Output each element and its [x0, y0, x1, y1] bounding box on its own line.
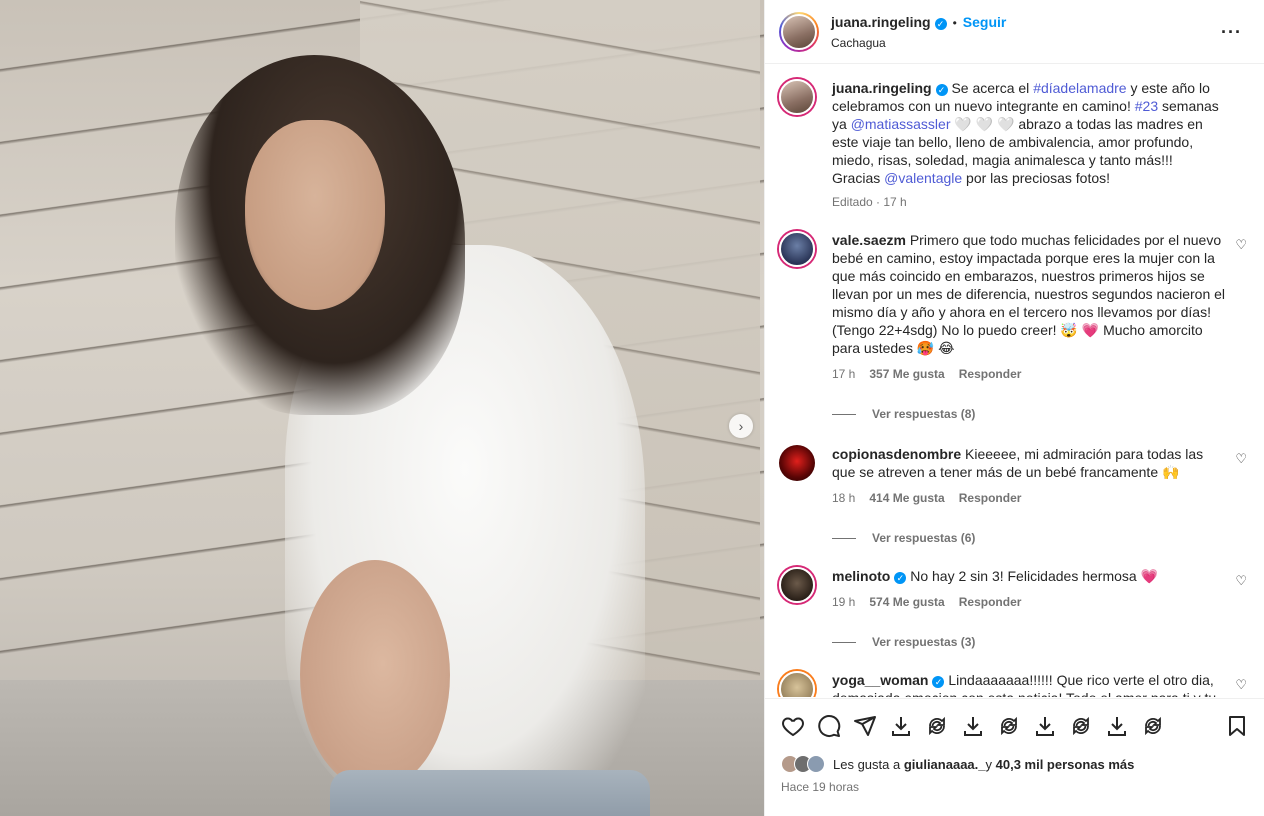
comment-likes[interactable]: 574 Me gusta [869, 593, 944, 611]
follow-button[interactable]: Seguir [963, 14, 1007, 30]
author-avatar[interactable] [779, 11, 819, 52]
avatar[interactable] [779, 567, 815, 603]
mention-link[interactable]: @valentagle [884, 170, 962, 186]
post-image[interactable]: › [0, 0, 764, 816]
comment-time[interactable]: 18 h [832, 489, 855, 507]
hashtag-link[interactable]: #23 [1135, 98, 1158, 114]
avatar[interactable] [779, 671, 815, 697]
download-icon[interactable] [1033, 714, 1057, 738]
like-comment-heart-icon[interactable]: ♡ [1235, 451, 1247, 467]
verified-badge-icon: ✓ [894, 572, 907, 584]
comment-username[interactable]: melinoto [832, 568, 890, 584]
author-username[interactable]: juana.ringeling [831, 14, 931, 30]
repost-icon[interactable] [997, 714, 1021, 738]
post-header: juana.ringeling ✓ • Seguir Cachagua ··· [765, 0, 1264, 64]
avatar[interactable] [779, 231, 815, 267]
comments-section[interactable]: juana.ringeling ✓ Se acerca el #díadelama… [765, 65, 1264, 697]
comment: yoga__woman ✓ Lindaaaaaaa!!!!!! Que rico … [779, 671, 1249, 697]
like-comment-heart-icon[interactable]: ♡ [1235, 237, 1247, 253]
repost-icon[interactable] [1141, 714, 1165, 738]
avatar[interactable] [779, 445, 815, 481]
comment-text: Primero que todo muchas felicidades por … [832, 232, 1226, 356]
comment-likes[interactable]: 414 Me gusta [869, 489, 944, 507]
like-comment-heart-icon[interactable]: ♡ [1235, 573, 1247, 589]
like-comment-heart-icon[interactable]: ♡ [1235, 677, 1247, 693]
view-replies-button[interactable]: Ver respuestas (8) [832, 407, 1249, 421]
comment-username[interactable]: copionasdenombre [832, 446, 961, 462]
comment: melinoto ✓ No hay 2 sin 3! Felicidades he… [779, 567, 1249, 611]
likes-summary[interactable]: Les gusta a giulianaaaa._ y 40,3 mil per… [781, 755, 1249, 773]
liker-username[interactable]: giulianaaaa._ [904, 757, 986, 772]
liker-avatar [807, 755, 825, 773]
comment-username[interactable]: vale.saezm [832, 232, 906, 248]
download-icon[interactable] [889, 714, 913, 738]
comment: vale.saezm Primero que todo muchas felic… [779, 231, 1249, 383]
next-image-chevron-icon[interactable]: › [729, 414, 753, 438]
verified-badge-icon: ✓ [935, 84, 948, 96]
caption: juana.ringeling ✓ Se acerca el #díadelama… [779, 79, 1249, 211]
caption-edited-time: Editado · 17 h [832, 195, 907, 209]
likes-count[interactable]: 40,3 mil personas más [996, 757, 1135, 772]
comment-username[interactable]: yoga__woman [832, 672, 928, 688]
download-icon[interactable] [961, 714, 985, 738]
repost-icon[interactable] [1069, 714, 1093, 738]
comment-likes[interactable]: 357 Me gusta [869, 365, 944, 383]
repost-icon[interactable] [925, 714, 949, 738]
comment-time[interactable]: 19 h [832, 593, 855, 611]
reply-button[interactable]: Responder [959, 593, 1022, 611]
mention-link[interactable]: @matiassassler [851, 116, 951, 132]
like-heart-icon[interactable] [781, 714, 805, 738]
download-icon[interactable] [1105, 714, 1129, 738]
post-location[interactable]: Cachagua [831, 36, 1006, 50]
reply-button[interactable]: Responder [959, 489, 1022, 507]
comment: copionasdenombre Kieeeee, mi admiración … [779, 445, 1249, 507]
reply-button[interactable]: Responder [959, 365, 1022, 383]
post-details-panel: juana.ringeling ✓ • Seguir Cachagua ··· jua… [764, 0, 1264, 816]
avatar[interactable] [779, 79, 815, 115]
caption-username[interactable]: juana.ringeling [832, 80, 932, 96]
share-paper-plane-icon[interactable] [853, 714, 877, 738]
verified-badge-icon: ✓ [934, 17, 947, 30]
hashtag-link[interactable]: #díadelamadre [1033, 80, 1126, 96]
bookmark-icon[interactable] [1225, 714, 1249, 738]
post-time[interactable]: Hace 19 horas [781, 780, 1249, 794]
comment-text: No hay 2 sin 3! Felicidades hermosa 💗 [910, 568, 1159, 584]
more-options-icon[interactable]: ··· [1221, 22, 1242, 43]
comment-bubble-icon[interactable] [817, 714, 841, 738]
view-replies-button[interactable]: Ver respuestas (6) [832, 531, 1249, 545]
comment-time[interactable]: 17 h [832, 365, 855, 383]
view-replies-button[interactable]: Ver respuestas (3) [832, 635, 1249, 649]
verified-badge-icon: ✓ [932, 676, 945, 688]
post-actions: Les gusta a giulianaaaa._ y 40,3 mil per… [765, 698, 1264, 794]
